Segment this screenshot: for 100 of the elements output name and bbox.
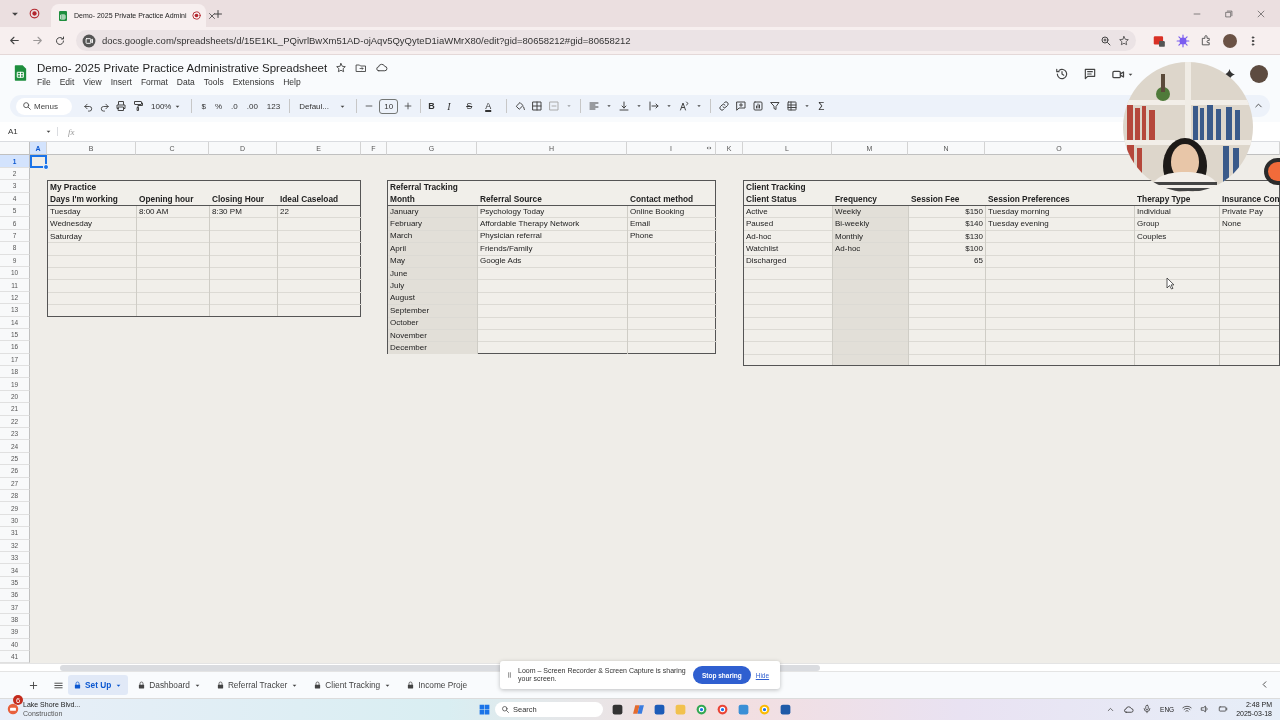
table-cell[interactable]: Discharged (744, 255, 789, 268)
table-cell[interactable]: Active (744, 205, 770, 219)
font-size-field[interactable]: 10 (379, 98, 399, 114)
table-cell[interactable]: January (388, 205, 421, 218)
table-cell[interactable]: $150 (963, 205, 985, 219)
extension-icon[interactable] (1176, 33, 1190, 48)
chart-icon[interactable] (752, 100, 765, 113)
add-comment-icon[interactable] (735, 100, 748, 113)
table-cell[interactable]: Ad-hoc (744, 230, 774, 244)
windows-start-icon[interactable] (478, 702, 491, 716)
table-cell[interactable]: Monthly (833, 230, 865, 244)
table-cell[interactable]: October (388, 317, 421, 330)
add-sheet-icon[interactable] (28, 679, 39, 691)
borders-icon[interactable] (531, 100, 544, 113)
table-cell[interactable]: Email (628, 218, 652, 231)
menu-search-field[interactable]: Menus (16, 97, 72, 115)
table-cell[interactable]: Tuesday morning (986, 205, 1052, 219)
name-box[interactable]: A1 (8, 127, 18, 137)
font-select[interactable]: Defaul... (297, 99, 350, 113)
print-icon[interactable] (115, 100, 127, 113)
star-icon[interactable] (1118, 34, 1130, 47)
drag-handle-icon[interactable] (506, 669, 513, 681)
merge-cells-icon[interactable] (548, 100, 561, 113)
sheet-tab[interactable]: Referral Tracker (210, 675, 305, 696)
align-left-icon[interactable] (588, 100, 601, 113)
table-cell[interactable]: 65 (972, 255, 985, 268)
table-cell[interactable]: Saturday (48, 230, 85, 243)
table-cell[interactable]: Paused (744, 218, 776, 231)
table-cell[interactable]: December (388, 341, 429, 355)
table-cell[interactable]: Bi-weekly (833, 218, 872, 231)
sheet-tab[interactable]: Income Proje (401, 675, 473, 696)
reload-icon[interactable] (54, 34, 66, 47)
menu-item[interactable]: Data (176, 77, 195, 88)
vertical-align-icon[interactable] (618, 100, 631, 113)
text-wrap-icon[interactable] (648, 100, 661, 113)
table-cell[interactable]: Friends/Family (478, 242, 535, 256)
zoom-icon[interactable] (1100, 34, 1112, 47)
table-cell[interactable]: Group (1135, 218, 1162, 231)
download-icon[interactable] (779, 702, 792, 716)
extension-icon[interactable] (1152, 33, 1166, 48)
battery-icon[interactable] (1218, 704, 1229, 715)
zoom-select[interactable]: 100% (149, 99, 185, 113)
functions-button[interactable]: Σ (816, 98, 827, 114)
close-icon[interactable] (1256, 8, 1266, 19)
avatar[interactable] (1250, 65, 1268, 84)
table-cell[interactable]: May (388, 255, 408, 268)
table-cell[interactable]: November (388, 329, 429, 342)
table-cell[interactable]: Tuesday (48, 205, 83, 219)
avatar[interactable] (1223, 33, 1237, 48)
table-cell[interactable]: None (1220, 218, 1244, 231)
wifi-icon[interactable] (1182, 704, 1193, 715)
color-button[interactable]: A (485, 99, 500, 114)
table-cell[interactable]: Couples (1135, 230, 1169, 244)
sheet-tab[interactable]: Set Up (68, 675, 129, 696)
table-cell[interactable]: Phone (628, 230, 656, 243)
forward-icon[interactable] (31, 34, 44, 47)
link-icon[interactable] (718, 100, 731, 113)
menu-item[interactable]: Tools (203, 77, 224, 88)
table-cell[interactable]: Weekly (833, 205, 864, 219)
menu-item[interactable]: Insert (110, 77, 132, 88)
table-cell[interactable]: 22 (278, 205, 291, 219)
task-view-icon[interactable] (611, 702, 624, 716)
table-cell[interactable]: $140 (963, 218, 985, 231)
text-rotation-icon[interactable] (678, 100, 691, 113)
table-cell[interactable]: August (388, 292, 417, 305)
table-cell[interactable]: 8:00 AM (137, 205, 171, 219)
menu-item[interactable]: File (37, 77, 51, 88)
copilot-icon[interactable] (632, 702, 645, 716)
table-cell[interactable]: Private Pay (1220, 205, 1265, 219)
move-folder-icon[interactable] (355, 61, 368, 74)
speaker-icon[interactable] (1200, 704, 1211, 715)
selected-cell[interactable] (30, 155, 47, 168)
close-icon[interactable] (207, 10, 218, 21)
table-cell[interactable]: $100 (963, 243, 985, 256)
table-cell[interactable]: Tuesday evening (986, 218, 1051, 231)
italic-button[interactable]: I (447, 98, 462, 114)
table-cell[interactable]: Online Booking (628, 205, 687, 218)
document-title[interactable]: Demo- 2025 Private Practice Administrative Spreadsheet (37, 61, 328, 74)
star-icon[interactable] (335, 61, 348, 74)
record-icon[interactable] (191, 10, 203, 21)
table-cell[interactable]: June (388, 267, 410, 280)
number-format-button[interactable]: .0 (229, 99, 240, 113)
cloud-icon[interactable] (1123, 703, 1135, 715)
table-cell[interactable]: Physician referral (478, 230, 544, 243)
photos-icon[interactable] (737, 702, 750, 716)
table-cell[interactable]: Individual (1135, 205, 1173, 219)
sheet-tab[interactable]: Client Tracking (308, 675, 398, 696)
history-icon[interactable] (1055, 67, 1069, 82)
menu-item[interactable]: View (83, 77, 102, 88)
chrome-icon[interactable] (758, 702, 771, 716)
microphone-icon[interactable] (1142, 704, 1153, 715)
hidden-columns-icon[interactable] (704, 145, 714, 152)
sheet-tab[interactable]: Dashboard (132, 675, 207, 696)
table-cell[interactable]: July (388, 279, 407, 293)
traffic-icon[interactable] (6, 702, 20, 717)
number-format-button[interactable]: 123 (264, 99, 283, 113)
table-cell[interactable]: April (388, 242, 408, 256)
table-cell[interactable]: Wednesday (48, 218, 95, 231)
filter-icon[interactable] (769, 100, 782, 113)
back-icon[interactable] (8, 34, 21, 47)
